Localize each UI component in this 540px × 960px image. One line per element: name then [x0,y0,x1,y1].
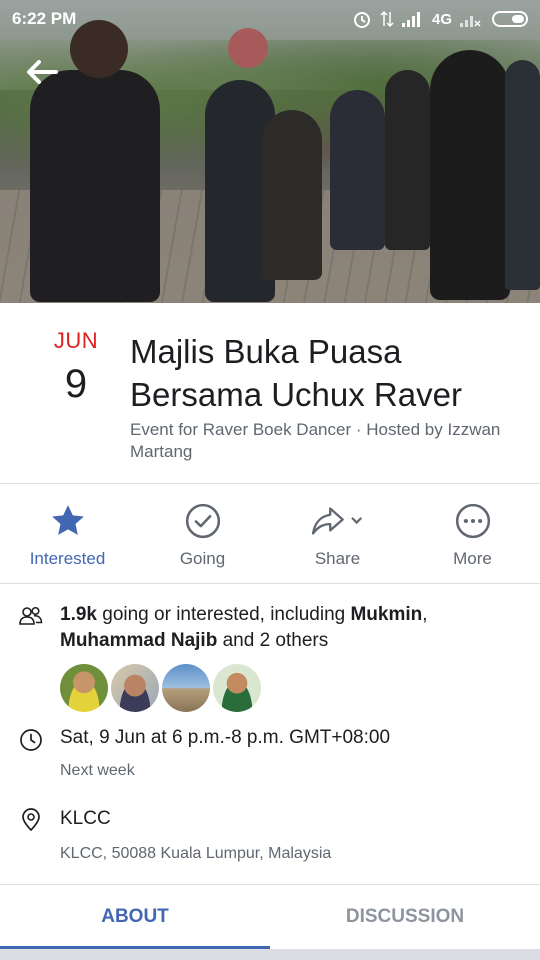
event-cover-photo[interactable] [0,0,540,303]
status-icons: 4G [352,9,528,29]
event-title: Majlis Buka Puasa Bersama Uchux Raver [130,333,462,413]
clock-icon [20,729,42,751]
more-label: More [453,549,492,568]
data-arrows-icon [380,10,394,28]
avatar[interactable] [162,664,210,712]
battery-icon [492,11,528,27]
check-circle-icon [181,499,225,543]
cover-dancer [262,110,322,280]
going-text-1: going or interested, including [96,604,351,625]
cover-dancer [330,90,385,250]
people-icon [19,606,43,625]
location-pin-icon [22,808,40,831]
status-time: 6:22 PM [12,9,77,28]
event-day: 9 [64,362,88,406]
going-count: 1.9k [60,604,97,625]
going-button[interactable]: Going [135,484,270,582]
cover-dancer [430,50,510,300]
tab-about[interactable]: ABOUT [0,885,270,949]
avatar[interactable] [60,664,108,712]
status-bar: 6:22 PM 4G [0,0,540,38]
more-dots-icon [451,499,495,543]
share-label: Share [314,549,361,568]
event-tabs: ABOUT DISCUSSION [0,885,540,949]
event-host-info[interactable]: Event for Raver Boek Dancer · Hosted by … [130,419,530,463]
network-type: 4G [431,10,452,28]
friend-avatars [60,664,261,712]
name-separator: , [422,604,428,625]
going-interested-summary[interactable]: 1.9k going or interested, including Mukm… [60,602,520,654]
avatar[interactable] [213,664,261,712]
event-time-relative: Next week [60,762,135,779]
friend-name-2: Muhammad Najib [60,630,218,651]
avatar[interactable] [111,664,159,712]
share-arrow-icon [308,499,368,543]
back-arrow-icon[interactable] [24,58,60,86]
cover-dancer [385,70,430,250]
cover-dancer [30,70,160,302]
more-button[interactable]: More [405,484,540,582]
friend-name-1: Mukmin [350,604,423,625]
cover-dancer [505,60,540,290]
bottom-separator [0,949,540,960]
event-time[interactable]: Sat, 9 Jun at 6 p.m.-8 p.m. GMT+08:00 [60,727,390,749]
event-actions: Interested Going Share More [0,484,540,582]
tab-discussion[interactable]: DISCUSSION [270,885,540,949]
interested-label: Interested [29,549,106,568]
star-icon [46,499,90,543]
event-location-address[interactable]: KLCC, 50088 Kuala Lumpur, Malaysia [60,845,331,863]
alarm-icon [353,12,370,28]
interested-button[interactable]: Interested [0,484,135,582]
event-date: JUN 9 [40,328,112,407]
share-button[interactable]: Share [270,484,405,582]
going-text-2: and 2 others [217,630,329,651]
signal-no-sim-icon [460,16,481,27]
signal-icon [401,12,420,27]
divider [0,583,540,584]
event-month: JUN [53,328,99,353]
event-location-name[interactable]: KLCC [60,808,111,830]
going-label: Going [179,549,226,568]
